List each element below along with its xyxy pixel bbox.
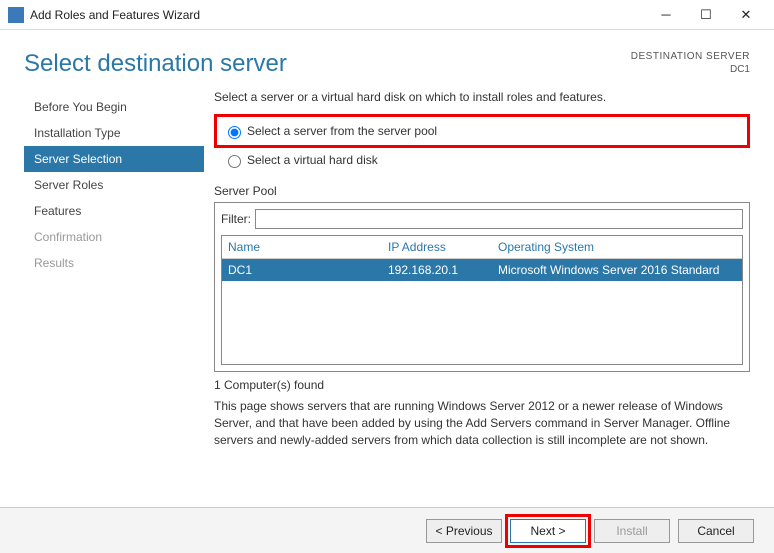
server-pool-box: Filter: Name IP Address Operating System… <box>214 202 750 372</box>
page-title: Select destination server <box>24 50 287 78</box>
destination-server-info: DESTINATION SERVER DC1 <box>631 50 750 78</box>
radio-highlight-box: Select a server from the server pool <box>214 114 750 148</box>
radio-vhd[interactable]: Select a virtual hard disk <box>214 150 750 170</box>
server-grid: Name IP Address Operating System DC1 192… <box>221 235 743 365</box>
col-header-os[interactable]: Operating System <box>498 240 736 254</box>
close-button[interactable]: ✕ <box>726 1 766 29</box>
table-row[interactable]: DC1 192.168.20.1 Microsoft Windows Serve… <box>222 259 742 281</box>
col-header-name[interactable]: Name <box>228 240 388 254</box>
destination-value: DC1 <box>631 63 750 76</box>
sidebar-item-installation-type[interactable]: Installation Type <box>24 120 204 146</box>
minimize-button[interactable]: ─ <box>646 1 686 29</box>
description-text: This page shows servers that are running… <box>214 398 750 448</box>
radio-server-pool[interactable]: Select a server from the server pool <box>223 121 741 141</box>
grid-header: Name IP Address Operating System <box>222 236 742 259</box>
sidebar-item-features[interactable]: Features <box>24 198 204 224</box>
cell-name: DC1 <box>228 263 388 277</box>
main-panel: Select a server or a virtual hard disk o… <box>204 90 750 507</box>
titlebar: Add Roles and Features Wizard ─ ☐ ✕ <box>0 0 774 30</box>
previous-button[interactable]: < Previous <box>426 519 502 543</box>
app-icon <box>8 7 24 23</box>
sidebar-item-before-you-begin[interactable]: Before You Begin <box>24 94 204 120</box>
sidebar-item-confirmation: Confirmation <box>24 224 204 250</box>
radio-server-pool-input[interactable] <box>228 126 241 139</box>
wizard-footer: < Previous Next > Install Cancel <box>0 507 774 553</box>
cell-os: Microsoft Windows Server 2016 Standard <box>498 263 736 277</box>
instruction-text: Select a server or a virtual hard disk o… <box>214 90 750 104</box>
wizard-sidebar: Before You Begin Installation Type Serve… <box>24 90 204 507</box>
filter-label: Filter: <box>221 212 251 226</box>
maximize-button[interactable]: ☐ <box>686 1 726 29</box>
radio-vhd-label: Select a virtual hard disk <box>247 153 378 167</box>
server-pool-label: Server Pool <box>214 184 750 198</box>
cancel-button[interactable]: Cancel <box>678 519 754 543</box>
sidebar-item-server-roles[interactable]: Server Roles <box>24 172 204 198</box>
radio-vhd-input[interactable] <box>228 155 241 168</box>
window-controls: ─ ☐ ✕ <box>646 1 766 29</box>
col-header-ip[interactable]: IP Address <box>388 240 498 254</box>
sidebar-item-server-selection[interactable]: Server Selection <box>24 146 204 172</box>
sidebar-item-results: Results <box>24 250 204 276</box>
next-button[interactable]: Next > <box>510 519 586 543</box>
filter-input[interactable] <box>255 209 743 229</box>
radio-server-pool-label: Select a server from the server pool <box>247 124 437 138</box>
install-button: Install <box>594 519 670 543</box>
computers-found-text: 1 Computer(s) found <box>214 378 750 392</box>
destination-label: DESTINATION SERVER <box>631 50 750 63</box>
window-title: Add Roles and Features Wizard <box>30 8 646 22</box>
cell-ip: 192.168.20.1 <box>388 263 498 277</box>
